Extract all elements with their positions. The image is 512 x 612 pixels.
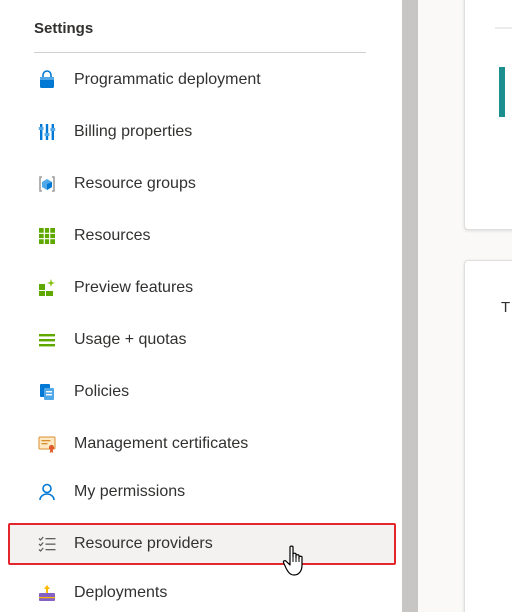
nav-item-policies[interactable]: Policies [32,372,394,412]
nav-item-label: Usage + quotas [74,331,187,348]
nav-item-resource-groups[interactable]: Resource groups [32,164,394,204]
summary-card: T [464,260,512,612]
nav-item-usage-quotas[interactable]: Usage + quotas [32,320,394,360]
policy-document-icon [36,381,58,403]
settings-section-title: Settings [34,20,94,37]
nav-item-resource-providers[interactable]: Resource providers [8,523,396,565]
checklist-icon [36,533,58,555]
nav-item-label: Management certificates [74,435,249,452]
nav-item-label: Resource providers [74,535,213,552]
certificate-icon [36,433,58,455]
overview-card [464,0,512,230]
nav-item-label: Programmatic deployment [74,71,261,88]
sliders-icon [36,121,58,143]
nav-item-label: Deployments [74,584,168,601]
deployment-icon [36,582,58,604]
section-divider [34,52,366,53]
nav-item-deployments[interactable]: Deployments [32,573,394,612]
nav-item-label: My permissions [74,483,186,500]
grid-icon [36,225,58,247]
hand-cursor-icon [282,545,303,576]
card-divider [495,27,512,29]
resource-group-icon [36,173,58,195]
settings-nav: Settings Programmatic deployment Billing… [0,0,402,612]
usage-list-icon [36,329,58,351]
nav-item-label: Resources [74,227,151,244]
nav-item-my-permissions[interactable]: My permissions [32,472,394,512]
nav-item-billing-properties[interactable]: Billing properties [32,112,394,152]
nav-item-resources[interactable]: Resources [32,216,394,256]
preview-features-icon [36,277,58,299]
nav-item-label: Preview features [74,279,194,296]
nav-item-programmatic-deployment[interactable]: Programmatic deployment [32,60,394,100]
nav-item-label: Policies [74,383,130,400]
card-title: T [501,299,511,316]
nav-scrollbar[interactable] [402,0,418,612]
person-icon [36,481,58,503]
nav-item-label: Billing properties [74,123,193,140]
nav-item-management-certificates[interactable]: Management certificates [32,424,394,464]
shopping-bag-icon [36,69,58,91]
teal-accent-bar [499,67,505,117]
nav-item-label: Resource groups [74,175,196,192]
nav-item-preview-features[interactable]: Preview features [32,268,394,308]
